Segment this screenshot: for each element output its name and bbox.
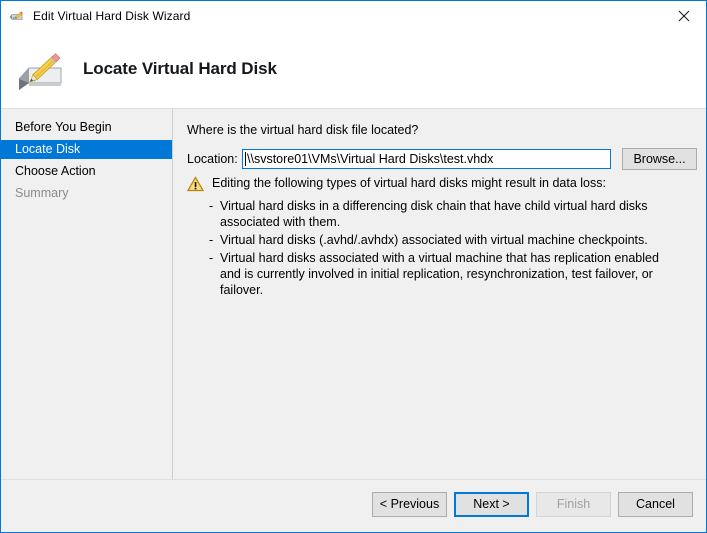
- page-title: Locate Virtual Hard Disk: [83, 59, 277, 78]
- warning-item-text: Virtual hard disks (.avhd/.avhdx) associ…: [220, 233, 648, 247]
- location-row: Location: \\svstore01\VMs\Virtual Hard D…: [187, 148, 697, 170]
- warning-triangle-icon: [186, 176, 205, 192]
- location-input-value: \\svstore01\VMs\Virtual Hard Disks\test.…: [247, 152, 494, 166]
- vhd-pencil-icon: [13, 45, 69, 93]
- list-item: - Virtual hard disks in a differencing d…: [187, 198, 692, 230]
- previous-button[interactable]: < Previous: [372, 492, 447, 517]
- list-item: - Virtual hard disks (.avhd/.avhdx) asso…: [187, 232, 692, 248]
- list-item: - Virtual hard disks associated with a v…: [187, 250, 692, 298]
- edit-vhd-icon: [9, 8, 25, 24]
- wizard-main-pane: Where is the virtual hard disk file loca…: [174, 109, 706, 479]
- wizard-step-sidebar: Before You Begin Locate Disk Choose Acti…: [1, 109, 173, 479]
- title-bar: Edit Virtual Hard Disk Wizard: [1, 1, 706, 30]
- edit-virtual-hard-disk-wizard-window: Edit Virtual Hard Disk Wizard Locate Vir…: [0, 0, 707, 533]
- finish-button: Finish: [536, 492, 611, 517]
- sidebar-item-summary: Summary: [15, 186, 69, 200]
- warning-heading-row: Editing the following types of virtual h…: [186, 175, 692, 192]
- window-title: Edit Virtual Hard Disk Wizard: [33, 8, 191, 23]
- wizard-header: Locate Virtual Hard Disk: [1, 30, 706, 109]
- cancel-button[interactable]: Cancel: [618, 492, 693, 517]
- location-label: Location:: [187, 152, 238, 166]
- close-icon[interactable]: [661, 1, 706, 30]
- warning-item-text: Virtual hard disks in a differencing dis…: [220, 199, 648, 229]
- bullet-marker: -: [209, 233, 214, 247]
- prompt-text: Where is the virtual hard disk file loca…: [187, 123, 419, 137]
- bullet-marker: -: [209, 251, 214, 265]
- sidebar-item-choose-action[interactable]: Choose Action: [1, 162, 172, 181]
- footer-button-group: < Previous Next > Finish Cancel: [365, 492, 693, 517]
- browse-button[interactable]: Browse...: [622, 148, 697, 170]
- sidebar-item-before-you-begin[interactable]: Before You Begin: [1, 118, 172, 137]
- sidebar-item-locate-disk[interactable]: Locate Disk: [1, 140, 172, 159]
- location-input[interactable]: \\svstore01\VMs\Virtual Hard Disks\test.…: [242, 149, 611, 169]
- warning-block: Editing the following types of virtual h…: [186, 175, 692, 300]
- wizard-footer: < Previous Next > Finish Cancel: [1, 479, 706, 532]
- next-button[interactable]: Next >: [454, 492, 529, 517]
- warning-item-text: Virtual hard disks associated with a vir…: [220, 251, 659, 297]
- wizard-body: Before You Begin Locate Disk Choose Acti…: [1, 109, 706, 479]
- warning-list: - Virtual hard disks in a differencing d…: [187, 198, 692, 298]
- warning-heading: Editing the following types of virtual h…: [212, 176, 606, 190]
- bullet-marker: -: [209, 199, 214, 213]
